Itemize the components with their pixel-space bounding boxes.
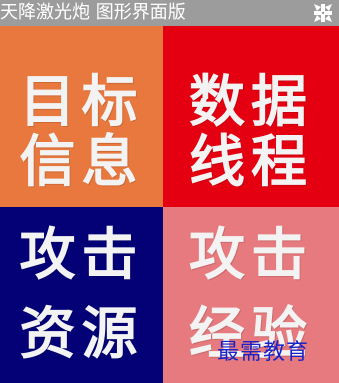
close-icon: [312, 2, 334, 24]
window-title: 天降激光炮 图形界面版: [0, 2, 186, 23]
close-button[interactable]: [311, 1, 335, 25]
tile-attack-resources-line1: 攻击: [19, 223, 144, 288]
tile-data-thread-line2: 线程: [189, 130, 313, 195]
tile-data-thread[interactable]: 数据 线程: [163, 26, 339, 207]
tile-target-info[interactable]: 目标 信息: [0, 26, 163, 207]
tile-target-info-line2: 信息: [19, 130, 144, 195]
tile-attack-resources[interactable]: 攻击 资源: [0, 207, 163, 383]
watermark: 最需教育: [217, 340, 310, 365]
tile-data-thread-line1: 数据: [189, 70, 313, 135]
title-bar[interactable]: 天降激光炮 图形界面版: [0, 0, 339, 26]
tile-target-info-line1: 目标: [19, 70, 144, 135]
tile-attack-experience-line1: 攻击: [189, 223, 313, 288]
tile-attack-resources-line2: 资源: [19, 302, 144, 367]
app-window: 天降激光炮 图形界面版 目标 信息 数据 线程 攻击 资源 攻击 经验 最需教育: [0, 0, 339, 383]
